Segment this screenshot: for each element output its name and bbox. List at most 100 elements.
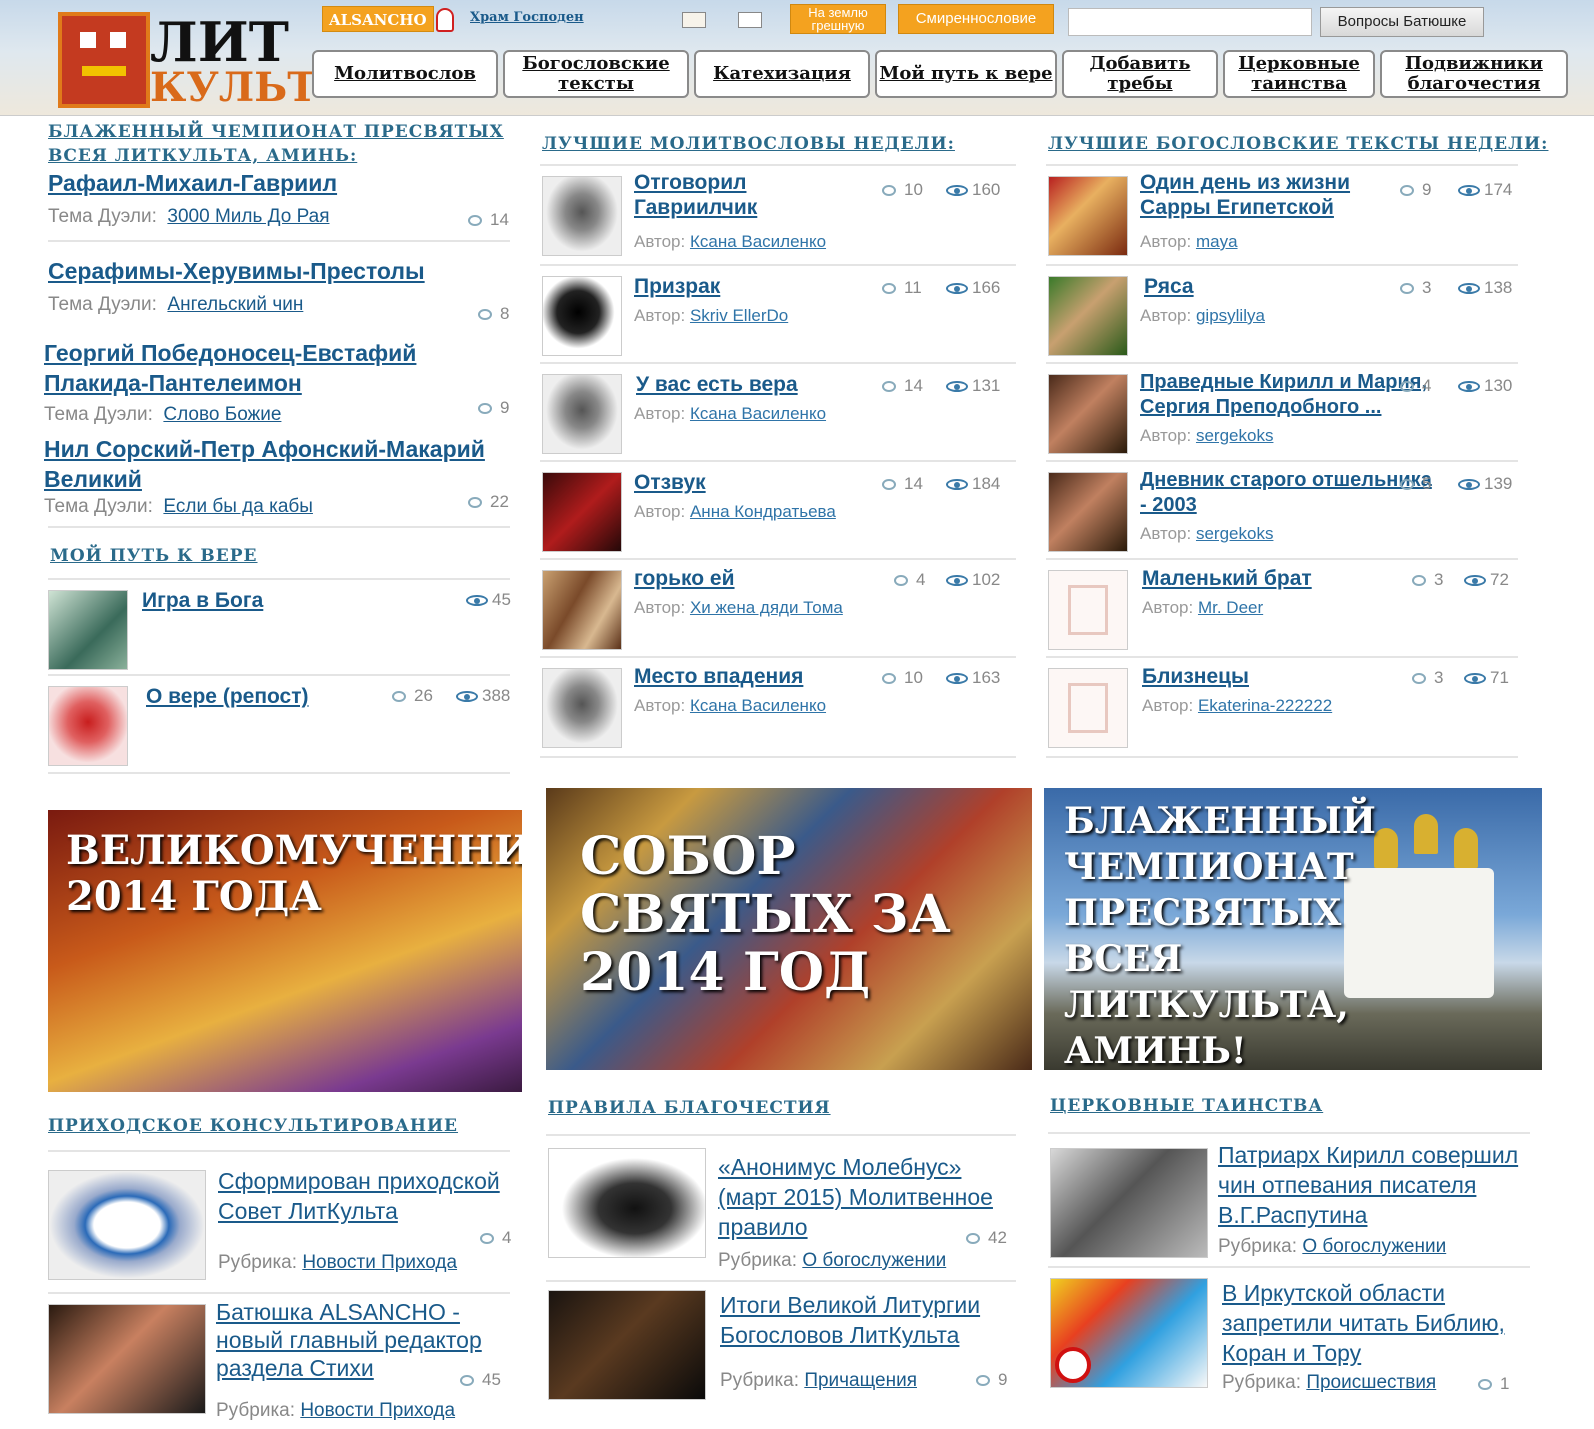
- search-input[interactable]: [1068, 8, 1312, 36]
- nav-add-requests[interactable]: Добавить требы: [1062, 50, 1218, 98]
- prayer-author-avatar[interactable]: [542, 472, 622, 552]
- saints-council-banner[interactable]: Собор святых за 2014 год: [546, 788, 1032, 1070]
- texts-section-title[interactable]: Лучшие богословские тексты недели:: [1048, 134, 1548, 154]
- author-link[interactable]: Ксана Василенко: [690, 696, 826, 715]
- temple-link[interactable]: Храм Господен: [470, 10, 584, 25]
- path-thumb[interactable]: [48, 590, 128, 670]
- author-link[interactable]: Ксана Василенко: [690, 232, 826, 251]
- text-author-avatar[interactable]: [1048, 668, 1128, 748]
- sacrament-news-thumb[interactable]: [1050, 1278, 1208, 1388]
- rules-news-thumb[interactable]: [548, 1148, 706, 1258]
- views-value: 45: [492, 590, 511, 609]
- humble-speech-button[interactable]: Смиреннословие: [898, 4, 1054, 34]
- topic-link[interactable]: Если бы да кабы: [163, 496, 313, 517]
- text-author-avatar[interactable]: [1048, 472, 1128, 552]
- nav-catechism[interactable]: Катехизация: [694, 50, 870, 98]
- parish-section-title[interactable]: Приходское консультирование: [48, 1116, 458, 1136]
- path-item-title[interactable]: О вере (репост): [146, 684, 309, 709]
- ask-priest-button[interactable]: Вопросы Батюшке: [1320, 7, 1484, 37]
- author-link[interactable]: Skriv EllerDo: [690, 306, 788, 325]
- parish-rubric: Рубрика: Новости Прихода: [216, 1400, 455, 1422]
- sacrament-news-thumb[interactable]: [1050, 1148, 1208, 1258]
- text-item-title[interactable]: Ряса: [1144, 274, 1194, 299]
- nav-ascetics[interactable]: Подвижники благочестия: [1380, 50, 1568, 98]
- prayer-author-avatar[interactable]: [542, 570, 622, 650]
- text-author-avatar[interactable]: [1048, 276, 1128, 356]
- text-author-avatar[interactable]: [1048, 176, 1128, 256]
- topic-label: Тема Дуэли:: [44, 496, 153, 517]
- rules-news-title[interactable]: Итоги Великой Литургии Богословов ЛитКул…: [720, 1290, 1030, 1350]
- text-item-title[interactable]: Один день из жизни Сарры Египетской: [1140, 170, 1390, 220]
- sacraments-section-title[interactable]: Церковные таинства: [1050, 1096, 1323, 1116]
- text-author-avatar[interactable]: [1048, 570, 1128, 650]
- path-section-title[interactable]: Мой путь к вере: [50, 546, 258, 566]
- text-item-title[interactable]: Дневник старого отшельника - 2003: [1140, 468, 1440, 518]
- user-name-button[interactable]: ALSANCHO: [322, 6, 434, 32]
- parish-news-title[interactable]: Сформирован приходской Совет ЛитКульта: [218, 1166, 528, 1226]
- prayer-item-title[interactable]: Отговорил Гавриилчик: [634, 170, 834, 220]
- rubric-link[interactable]: Новости Прихода: [302, 1252, 457, 1273]
- martyrs-banner[interactable]: Великомученники 2014 года: [48, 810, 522, 1092]
- topic-link[interactable]: Слово Божие: [163, 404, 281, 425]
- robot-logo-icon: [58, 12, 150, 108]
- prayer-item-title[interactable]: У вас есть вера: [636, 372, 798, 397]
- prayer-item-title[interactable]: Призрак: [634, 274, 720, 299]
- sacrament-news-title[interactable]: В Иркутской области запретили читать Биб…: [1222, 1278, 1552, 1368]
- duel-section-title[interactable]: Блаженный чемпионат пресвятых всея Литку…: [48, 120, 508, 168]
- author-link[interactable]: Анна Кондратьева: [690, 502, 836, 521]
- path-item-title[interactable]: Игра в Бога: [142, 588, 263, 613]
- parish-news-thumb[interactable]: [48, 1170, 206, 1280]
- text-author-avatar[interactable]: [1048, 374, 1128, 454]
- rules-news-thumb[interactable]: [548, 1290, 706, 1400]
- comments-count: 9: [976, 1370, 1007, 1390]
- eye-icon: [1458, 381, 1480, 393]
- author-link[interactable]: Mr. Deer: [1198, 598, 1263, 617]
- parish-news-thumb[interactable]: [48, 1304, 206, 1414]
- text-item-title[interactable]: Маленький брат: [1142, 566, 1312, 591]
- rules-section-title[interactable]: Правила благочестия: [548, 1098, 831, 1118]
- author-link[interactable]: Ксана Василенко: [690, 404, 826, 423]
- down-to-earth-button[interactable]: На землю грешную: [790, 4, 886, 34]
- prayers-section-title[interactable]: Лучшие молитвословы недели:: [542, 134, 955, 154]
- rubric-link[interactable]: Происшествия: [1306, 1372, 1436, 1393]
- author-link[interactable]: maya: [1196, 232, 1238, 251]
- prayer-item-title[interactable]: Отзвук: [634, 470, 706, 495]
- rubric-link[interactable]: Новости Прихода: [300, 1400, 455, 1421]
- author-link[interactable]: Ekaterina-222222: [1198, 696, 1332, 715]
- prayer-item-title[interactable]: горько ей: [634, 566, 735, 591]
- duel-item-title[interactable]: Рафаил-Михаил-Гавриил: [48, 170, 337, 197]
- rubric-link[interactable]: О богослужении: [802, 1250, 946, 1271]
- comment-icon: [966, 1233, 980, 1245]
- nav-sacraments[interactable]: Церковные таинства: [1223, 50, 1375, 98]
- duel-item-title[interactable]: Серафимы-Херувимы-Престолы: [48, 258, 425, 285]
- topic-link[interactable]: 3000 Миль До Рая: [167, 206, 329, 227]
- duel-item-title[interactable]: Георгий Победоносец-Евстафий Плакида-Пан…: [44, 338, 464, 398]
- author-link[interactable]: sergekoks: [1196, 524, 1273, 543]
- topic-link[interactable]: Ангельский чин: [167, 294, 303, 315]
- nav-theology[interactable]: Богословские тексты: [503, 50, 689, 98]
- author-link[interactable]: gipsylilya: [1196, 306, 1265, 325]
- prayer-author-avatar[interactable]: [542, 668, 622, 748]
- sacrament-news-title[interactable]: Патриарх Кирилл совершил чин отпевания п…: [1218, 1140, 1548, 1230]
- mail-write-icon[interactable]: [682, 12, 706, 28]
- rubric-link[interactable]: О богослужении: [1302, 1236, 1446, 1257]
- views-count: 130: [1458, 376, 1512, 396]
- duel-item-title[interactable]: Нил Сорский-Петр Афонский-Макарий Велики…: [44, 434, 524, 494]
- text-item-title[interactable]: Близнецы: [1142, 664, 1249, 689]
- mail-icon[interactable]: [738, 12, 762, 28]
- prayer-item-title[interactable]: Место впадения: [634, 664, 803, 689]
- author-link[interactable]: Хи жена дяди Тома: [690, 598, 843, 617]
- championship-banner[interactable]: Блаженный чемпионат пресвятых всея Литку…: [1044, 788, 1542, 1070]
- divider: [546, 1280, 1016, 1282]
- site-logo[interactable]: ЛИТ КУЛЬТ: [50, 6, 317, 112]
- author-link[interactable]: sergekoks: [1196, 426, 1273, 445]
- rubric-link[interactable]: Причащения: [804, 1370, 917, 1391]
- nav-my-path[interactable]: Мой путь к вере: [875, 50, 1057, 98]
- prayer-author-avatar[interactable]: [542, 176, 622, 256]
- duel-topic: Тема Дуэли: Слово Божие: [44, 404, 281, 426]
- path-thumb[interactable]: [48, 686, 128, 766]
- prayer-author-avatar[interactable]: [542, 374, 622, 454]
- prayer-author-avatar[interactable]: [542, 276, 622, 356]
- nav-prayers[interactable]: Молитвослов: [312, 50, 498, 98]
- comments-count: 26: [392, 686, 433, 706]
